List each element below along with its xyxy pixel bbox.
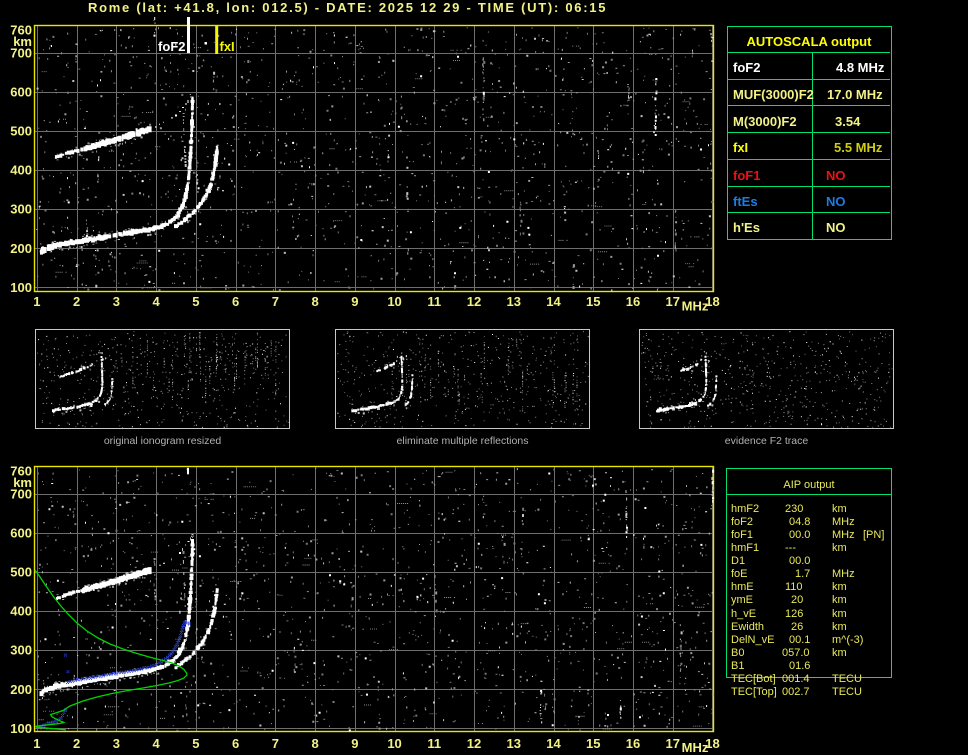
svg-text:9: 9 — [351, 294, 358, 309]
svg-text:9: 9 — [351, 736, 358, 751]
svg-text:1: 1 — [33, 294, 40, 309]
svg-text:500: 500 — [10, 565, 32, 580]
svg-text:400: 400 — [10, 163, 32, 178]
svg-text:14: 14 — [546, 294, 561, 309]
svg-text:2: 2 — [73, 294, 80, 309]
svg-text:MHz: MHz — [682, 299, 709, 314]
svg-text:fxI: fxI — [220, 39, 235, 54]
svg-text:7: 7 — [272, 294, 279, 309]
svg-text:11: 11 — [427, 294, 441, 309]
svg-text:4: 4 — [153, 294, 161, 309]
svg-text:13: 13 — [507, 294, 521, 309]
svg-text:700: 700 — [10, 487, 32, 502]
svg-text:100: 100 — [10, 280, 32, 295]
svg-text:100: 100 — [10, 721, 32, 736]
svg-text:3: 3 — [113, 294, 120, 309]
svg-text:600: 600 — [10, 526, 32, 541]
svg-text:1: 1 — [33, 736, 40, 751]
svg-text:600: 600 — [10, 85, 32, 100]
svg-text:200: 200 — [10, 682, 32, 697]
svg-text:200: 200 — [10, 241, 32, 256]
svg-text:3: 3 — [113, 736, 120, 751]
svg-text:6: 6 — [232, 294, 239, 309]
svg-text:11: 11 — [427, 736, 441, 751]
svg-text:300: 300 — [10, 202, 32, 217]
svg-text:5: 5 — [192, 294, 199, 309]
svg-text:10: 10 — [387, 736, 401, 751]
svg-text:17: 17 — [666, 736, 680, 751]
svg-text:13: 13 — [507, 736, 521, 751]
svg-text:700: 700 — [10, 46, 32, 61]
svg-text:15: 15 — [586, 294, 600, 309]
svg-text:8: 8 — [311, 294, 318, 309]
svg-text:16: 16 — [626, 736, 640, 751]
svg-text:12: 12 — [467, 736, 481, 751]
svg-text:8: 8 — [311, 736, 318, 751]
svg-text:MHz: MHz — [682, 740, 709, 755]
svg-text:2: 2 — [73, 736, 80, 751]
svg-text:300: 300 — [10, 643, 32, 658]
svg-text:foF2: foF2 — [158, 39, 185, 54]
svg-text:12: 12 — [467, 294, 481, 309]
svg-text:400: 400 — [10, 604, 32, 619]
svg-text:4: 4 — [153, 736, 161, 751]
svg-text:6: 6 — [232, 736, 239, 751]
svg-text:7: 7 — [272, 736, 279, 751]
svg-text:500: 500 — [10, 124, 32, 139]
svg-text:14: 14 — [546, 736, 561, 751]
svg-text:15: 15 — [586, 736, 600, 751]
svg-text:16: 16 — [626, 294, 640, 309]
svg-text:5: 5 — [192, 736, 199, 751]
svg-text:10: 10 — [387, 294, 401, 309]
svg-text:17: 17 — [666, 294, 680, 309]
